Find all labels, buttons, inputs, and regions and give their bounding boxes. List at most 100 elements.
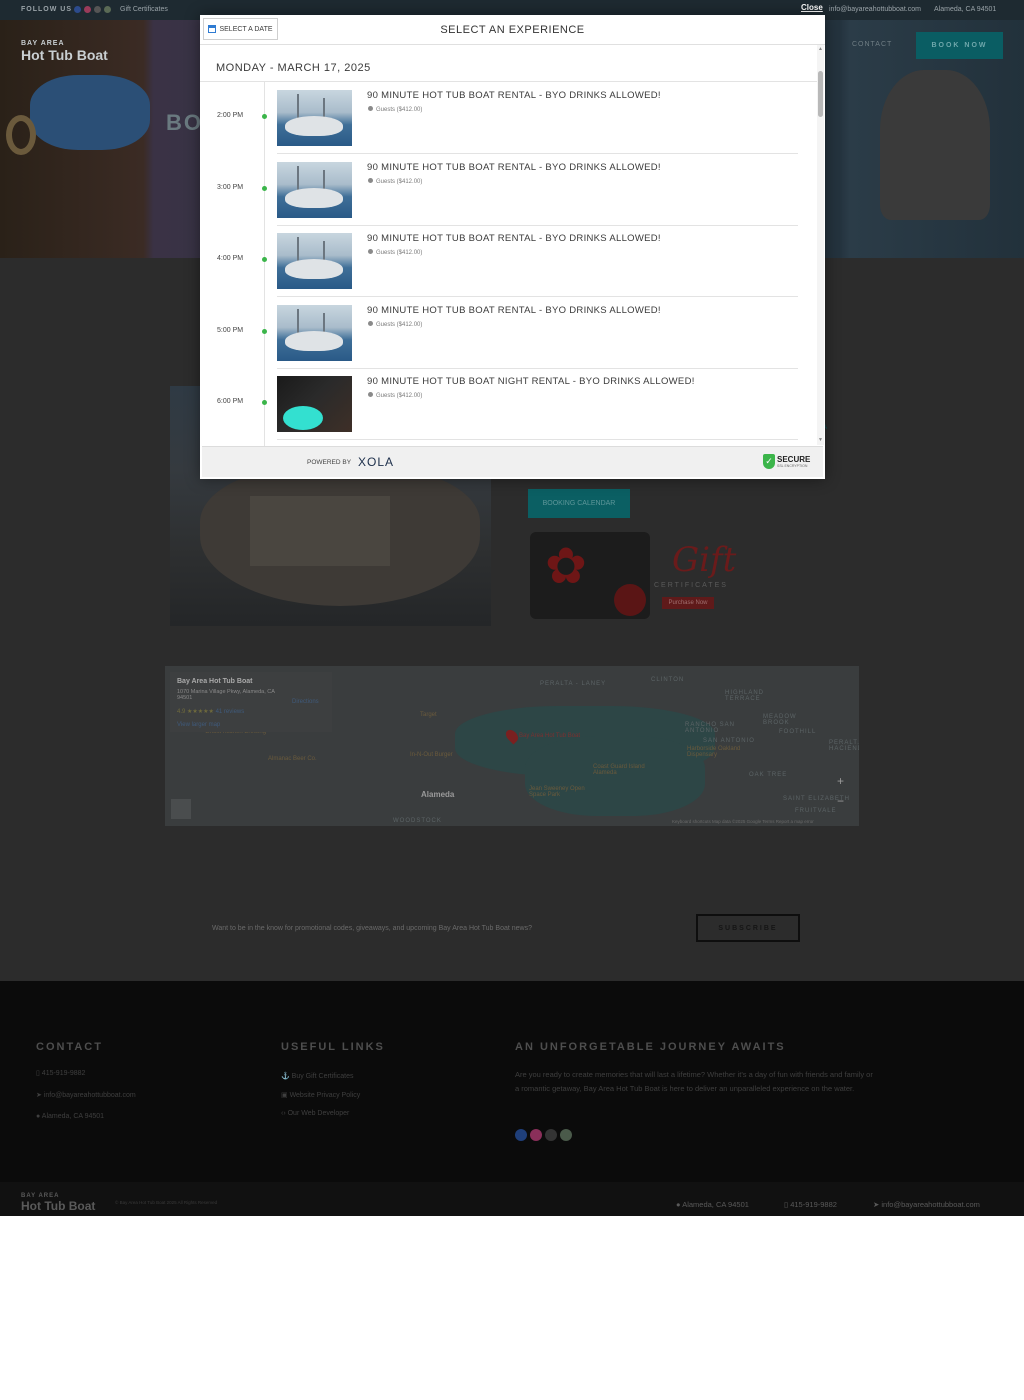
bottom-phone[interactable]: ▯ 415-919-9882 (784, 1200, 837, 1209)
map-poi[interactable]: Almanac Beer Co. (268, 756, 317, 762)
experience-row[interactable]: 2:00 PM 90 MINUTE HOT TUB BOAT RENTAL - … (200, 82, 810, 154)
topbar-email[interactable]: info@bayareahottubboat.com (829, 6, 921, 13)
scroll-up-icon[interactable]: ▲ (818, 46, 823, 52)
instagram-icon[interactable] (530, 1129, 542, 1141)
experience-row[interactable]: 6:00 PM 90 MINUTE HOT TUB BOAT NIGHT REN… (200, 368, 810, 440)
map-city-label: Alameda (421, 790, 455, 799)
rating-stars: 4.9 ★★★★★ (177, 709, 214, 715)
map-label: PERALTA - LANEY (540, 681, 607, 687)
footer-link-gift[interactable]: ⚓ Buy Gift Certificates (281, 1072, 354, 1080)
map-label: WOODSTOCK (393, 818, 442, 824)
experience-name[interactable]: 90 MINUTE HOT TUB BOAT RENTAL - BYO DRIN… (367, 162, 661, 173)
booking-calendar-button[interactable]: BOOKING CALENDAR (528, 489, 630, 518)
thumb-hot-tub-glow (283, 406, 323, 430)
tiktok-icon[interactable] (545, 1129, 557, 1141)
lock-icon: ▣ (281, 1092, 290, 1099)
footer-phone[interactable]: ▯ 415-919-9882 (36, 1069, 85, 1077)
experience-thumbnail[interactable] (277, 90, 352, 146)
map-poi[interactable]: Jean Sweeney Open Space Park (529, 786, 589, 798)
map-label: FRUITVALE (795, 808, 837, 814)
thumb-mast (297, 166, 299, 192)
experience-thumbnail[interactable] (277, 233, 352, 289)
gift-card-image[interactable]: ✿ (530, 532, 650, 619)
newsletter-text: Want to be in the know for promotional c… (212, 925, 532, 932)
bottom-email[interactable]: ➤ info@bayareahottubboat.com (873, 1200, 980, 1209)
directions-link[interactable]: Directions (292, 699, 319, 705)
guests-price: Guests ($412.00) (376, 393, 423, 399)
map-poi[interactable]: Coast Guard Island Alameda (593, 764, 648, 776)
google-icon[interactable] (104, 6, 111, 13)
view-larger-map-link[interactable]: View larger map (177, 722, 220, 728)
footer-link-developer[interactable]: ‹› Our Web Developer (281, 1110, 349, 1117)
facebook-icon[interactable] (515, 1129, 527, 1141)
tiktok-icon[interactable] (94, 6, 101, 13)
xola-logo[interactable]: XOLA (358, 455, 394, 469)
map-poi[interactable]: Harborside Oakland Dispensary (687, 746, 757, 758)
facebook-icon[interactable] (74, 6, 81, 13)
google-icon[interactable] (560, 1129, 572, 1141)
thumb-mast (297, 309, 299, 335)
experience-name[interactable]: 90 MINUTE HOT TUB BOAT RENTAL - BYO DRIN… (367, 305, 661, 316)
map-poi[interactable]: In-N-Out Burger (410, 752, 453, 758)
copyright-text: © Bay Area Hot Tub Boat 2025 All Rights … (115, 1200, 218, 1205)
user-icon (368, 392, 373, 397)
experience-thumbnail[interactable] (277, 162, 352, 218)
experience-time: 3:00 PM (217, 184, 244, 191)
nav-contact[interactable]: CONTACT (852, 41, 892, 48)
logo-small-text: BAY AREA (21, 40, 65, 47)
bottom-phone-text: 415-919-9882 (790, 1200, 837, 1209)
map-rating: 4.9 ★★★★★ 41 reviews (177, 708, 244, 715)
thumb-boat (285, 188, 343, 208)
subscribe-button[interactable]: SUBSCRIBE (696, 914, 800, 942)
reviews-link[interactable]: 41 reviews (216, 709, 245, 715)
footer-logo[interactable]: BAY AREA Hot Tub Boat (21, 1193, 95, 1213)
experience-guests: Guests ($412.00) (368, 321, 422, 328)
experience-row[interactable]: 3:00 PM 90 MINUTE HOT TUB BOAT RENTAL - … (200, 154, 810, 226)
purchase-now-button[interactable]: Purchase Now (662, 597, 714, 609)
page-background: FOLLOW US Gift Certificates info@bayarea… (0, 0, 1024, 1216)
instagram-icon[interactable] (84, 6, 91, 13)
footer-address-text: Alameda, CA 94501 (41, 1113, 105, 1120)
ribbon-bow-icon: ✿ (545, 538, 587, 594)
experience-guests: Guests ($412.00) (368, 249, 422, 256)
map-satellite-toggle[interactable] (171, 799, 191, 819)
experience-row[interactable]: 5:00 PM 90 MINUTE HOT TUB BOAT RENTAL - … (200, 297, 810, 369)
footer-email[interactable]: ➤ info@bayareahottubboat.com (36, 1091, 136, 1099)
life-ring-image (6, 115, 36, 155)
experience-thumbnail[interactable] (277, 376, 352, 432)
zoom-out-button[interactable]: − (837, 794, 844, 808)
thumb-boat (285, 259, 343, 279)
footer-logo-big: Hot Tub Boat (21, 1199, 96, 1213)
map-pin-label: Bay Area Hot Tub Boat (519, 733, 581, 739)
modal-close-link[interactable]: Close (801, 3, 823, 12)
experience-name[interactable]: 90 MINUTE HOT TUB BOAT RENTAL - BYO DRIN… (367, 90, 661, 101)
scroll-thumb[interactable] (818, 71, 823, 117)
footer-link-developer-text: Our Web Developer (287, 1110, 350, 1117)
user-icon (368, 321, 373, 326)
book-now-button[interactable]: BOOK NOW (916, 32, 1003, 59)
experience-thumbnail[interactable] (277, 305, 352, 361)
map-footer[interactable]: Keyboard shortcuts Map data ©2025 Google… (672, 819, 814, 824)
map-water-estuary (525, 736, 705, 816)
experience-name[interactable]: 90 MINUTE HOT TUB BOAT NIGHT RENTAL - BY… (367, 376, 695, 387)
experience-time: 4:00 PM (217, 255, 244, 262)
map-info-card: Bay Area Hot Tub Boat 1070 Marina Villag… (170, 672, 332, 732)
gift-certificates-link[interactable]: Gift Certificates (120, 6, 168, 13)
experience-name[interactable]: 90 MINUTE HOT TUB BOAT RENTAL - BYO DRIN… (367, 233, 661, 244)
follow-us-label: FOLLOW US (21, 6, 72, 13)
map-poi[interactable]: Target (420, 712, 437, 718)
timeline-dot (262, 186, 267, 191)
date-heading: MONDAY - MARCH 17, 2025 (216, 62, 371, 74)
experience-row[interactable]: 4:00 PM 90 MINUTE HOT TUB BOAT RENTAL - … (200, 225, 810, 297)
modal-scrollbar[interactable]: ▲ ▼ (817, 45, 824, 445)
zoom-in-button[interactable]: + (837, 774, 844, 788)
scroll-down-icon[interactable]: ▼ (818, 437, 823, 443)
timeline-dot (262, 257, 267, 262)
user-icon (368, 106, 373, 111)
secure-label: SECURE (777, 454, 811, 464)
experience-guests: Guests ($412.00) (368, 392, 422, 399)
site-logo[interactable]: BAY AREA Hot Tub Boat (21, 40, 108, 63)
modal-header: SELECT A DATE SELECT AN EXPERIENCE (200, 15, 825, 45)
footer-link-privacy[interactable]: ▣ Website Privacy Policy (281, 1091, 360, 1099)
timeline-dot (262, 400, 267, 405)
